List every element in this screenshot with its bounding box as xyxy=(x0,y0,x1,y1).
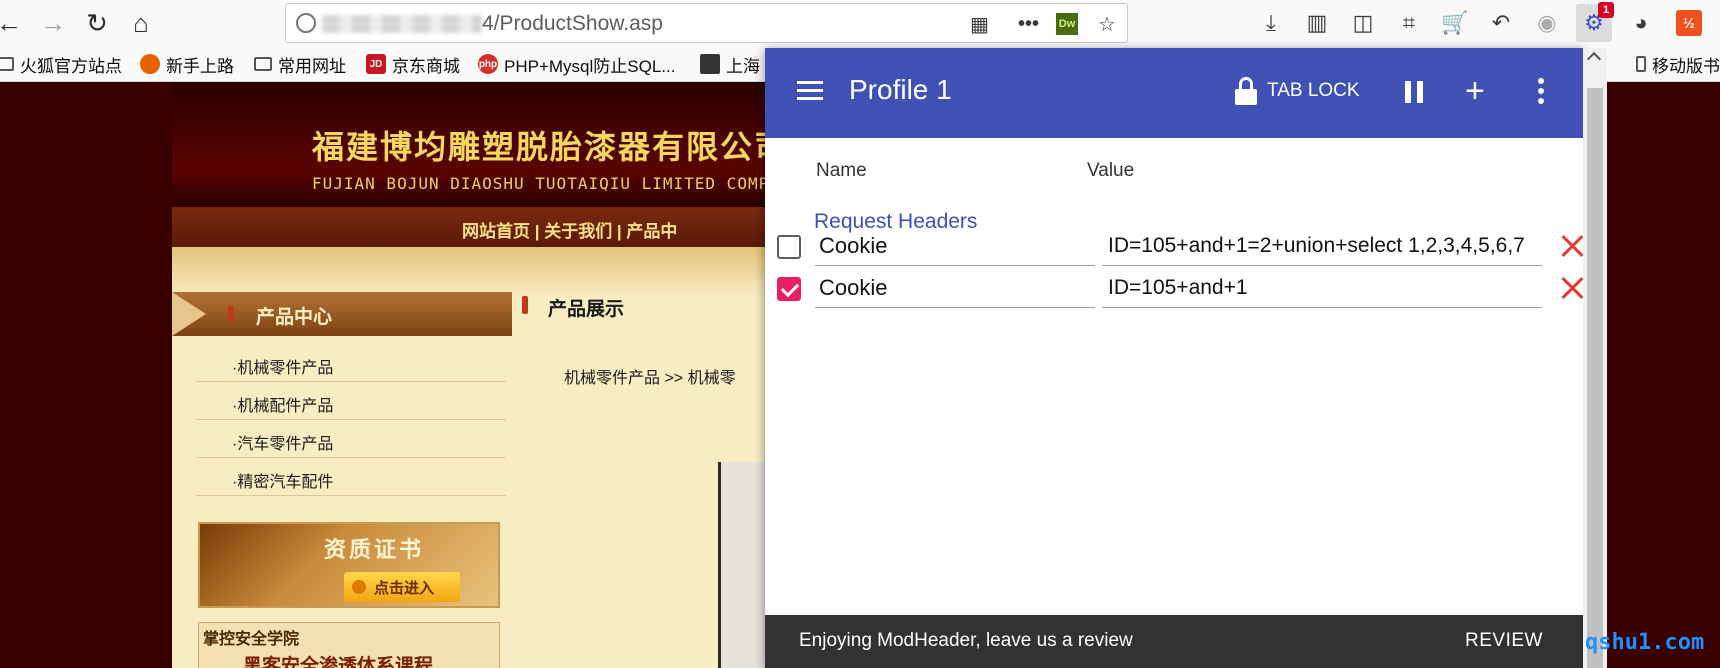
header-enable-checkbox[interactable] xyxy=(777,235,801,259)
folder-icon xyxy=(254,57,272,71)
bookmark-label: 京东商城 xyxy=(392,56,460,76)
url-bar[interactable]: 4/ProductShow.asp ▦ ••• Dw ☆ xyxy=(285,3,1128,43)
qr-code-icon[interactable]: ▦ xyxy=(970,12,989,36)
lock-icon xyxy=(1235,77,1257,105)
bookmark-item[interactable]: php PHP+Mysql防止SQL... xyxy=(478,52,675,76)
page-actions-icon[interactable]: ••• xyxy=(1018,12,1039,36)
bookmark-star-icon[interactable]: ☆ xyxy=(1098,12,1116,36)
php-icon: php xyxy=(478,54,498,74)
firefox-icon xyxy=(140,54,160,74)
scroll-up-icon[interactable] xyxy=(1586,51,1602,67)
screenshot-crop-icon[interactable]: ⌗ xyxy=(1394,8,1424,38)
bookmark-item[interactable]: JD 京东商城 xyxy=(366,52,460,76)
bookmark-label: 新手上路 xyxy=(166,56,234,76)
back-icon[interactable]: ← xyxy=(0,6,26,40)
review-snackbar: Enjoying ModHeader, leave us a review RE… xyxy=(765,615,1583,668)
school-banner[interactable]: 掌控安全学院 黑客安全渗透体系课程 xyxy=(198,622,500,668)
bookmark-label: 移动版书 xyxy=(1652,56,1720,76)
profile-title: Profile 1 xyxy=(849,74,952,105)
header-value-field[interactable]: ID=105+and+1=2+union+select 1,2,3,4,5,6,… xyxy=(1102,228,1542,266)
modheader-extension-icon[interactable]: ⚙ 1 xyxy=(1576,2,1614,42)
school-title: 掌控安全学院 xyxy=(203,631,300,648)
site-header: 福建博均雕塑脱胎漆器有限公司 FUJIAN BOJUN DIAOSHU TUOT… xyxy=(172,82,772,207)
bookmark-item[interactable]: 移动版书 xyxy=(1636,52,1720,76)
scroll-thumb[interactable] xyxy=(1587,88,1603,668)
sidebar-icon[interactable]: ◫ xyxy=(1348,8,1378,38)
site-title: 福建博均雕塑脱胎漆器有限公司 xyxy=(312,128,772,166)
menu-icon[interactable] xyxy=(797,81,823,101)
website-content: 福建博均雕塑脱胎漆器有限公司 FUJIAN BOJUN DIAOSHU TUOT… xyxy=(172,82,772,668)
category-item[interactable]: ·机械零件产品 xyxy=(196,344,506,382)
bookmark-label: 火狐官方站点 xyxy=(20,56,122,76)
home-icon[interactable]: ⌂ xyxy=(124,6,158,40)
site-nav: 网站首页 | 关于我们 | 产品中 xyxy=(172,207,772,247)
delete-icon[interactable] xyxy=(1560,232,1583,260)
cart-icon[interactable]: 🛒 xyxy=(1440,8,1470,38)
add-icon[interactable]: + xyxy=(1465,74,1485,108)
header-row: Cookie ID=105+and+1 xyxy=(765,268,1583,310)
popup-scrollbar[interactable] xyxy=(1583,48,1607,668)
certificate-banner[interactable]: 资质证书 点击进入 xyxy=(198,522,500,608)
downloads-icon[interactable]: ⤓ xyxy=(1256,8,1286,38)
header-enable-checkbox[interactable] xyxy=(777,277,801,301)
category-item[interactable]: ·汽车零件产品 xyxy=(196,420,506,458)
site-favicon-icon xyxy=(700,54,720,74)
browser-toolbar: ← → ↻ ⌂ 4/ProductShow.asp ▦ ••• Dw ☆ ⤓ ▥… xyxy=(0,0,1720,46)
breadcrumb[interactable]: 机械零件产品 >> 机械零 xyxy=(564,364,736,388)
dw-extension-icon[interactable]: Dw xyxy=(1056,13,1078,35)
bookmark-item[interactable]: 常用网址 xyxy=(254,52,346,76)
bookmark-label: PHP+Mysql防止SQL... xyxy=(504,56,676,76)
column-header-name: Name xyxy=(816,160,867,181)
forward-icon[interactable]: → xyxy=(36,6,70,40)
jd-icon: JD xyxy=(366,54,386,74)
url-text: 4/ProductShow.asp xyxy=(482,12,663,35)
tab-lock-label: TAB LOCK xyxy=(1267,80,1360,101)
tab-lock-button[interactable]: TAB LOCK xyxy=(1235,74,1360,108)
site-info-icon[interactable] xyxy=(296,13,316,33)
product-photo xyxy=(718,462,772,668)
undo-icon[interactable]: ↶ xyxy=(1486,8,1516,38)
watermark: qshu1.com xyxy=(1585,630,1705,655)
category-item[interactable]: ·精密汽车配件 xyxy=(196,458,506,496)
pause-icon[interactable] xyxy=(1405,81,1423,103)
modheader-popup: Profile 1 TAB LOCK + Name Value Request … xyxy=(765,48,1583,668)
header-name-field[interactable]: Cookie xyxy=(815,228,1095,266)
url-redacted xyxy=(322,15,482,33)
reload-icon[interactable]: ↻ xyxy=(80,6,114,40)
site-band xyxy=(172,247,772,297)
mobile-icon xyxy=(1636,56,1646,72)
review-button[interactable]: REVIEW xyxy=(1465,630,1543,652)
category-arrow-icon xyxy=(172,292,206,336)
site-subtitle: FUJIAN BOJUN DIAOSHU TUOTAIQIU LIMITED C… xyxy=(312,174,770,193)
bookmark-item[interactable]: 新手上路 xyxy=(140,52,234,76)
bookmark-label: 上海 xyxy=(726,56,760,76)
product-title: 产品展示 xyxy=(522,294,624,321)
snackbar-text: Enjoying ModHeader, leave us a review xyxy=(799,630,1133,651)
column-header-value: Value xyxy=(1087,160,1135,181)
header-row: Cookie ID=105+and+1=2+union+select 1,2,3… xyxy=(765,226,1583,268)
folder-icon xyxy=(0,57,14,71)
category-header: 产品中心 xyxy=(172,292,512,336)
modheader-app-bar: Profile 1 TAB LOCK + xyxy=(765,48,1583,138)
circle-extension-icon[interactable]: ◉ xyxy=(1532,8,1562,38)
library-icon[interactable]: ▥ xyxy=(1302,8,1332,38)
category-pip-icon xyxy=(228,306,234,322)
site-nav-links[interactable]: 网站首页 | 关于我们 | 产品中 xyxy=(462,217,677,242)
school-subtitle: 黑客安全渗透体系课程 xyxy=(243,656,434,668)
header-value-field[interactable]: ID=105+and+1 xyxy=(1102,270,1542,308)
red-extension-icon[interactable]: ½ xyxy=(1676,10,1702,36)
bookmark-label: 常用网址 xyxy=(278,56,346,76)
delete-icon[interactable] xyxy=(1560,274,1583,302)
bookmark-item[interactable]: 上海 xyxy=(700,52,760,76)
account-icon[interactable]: ◕ xyxy=(1626,8,1656,38)
enter-button[interactable]: 点击进入 xyxy=(344,572,460,602)
category-item[interactable]: ·机械配件产品 xyxy=(196,382,506,420)
more-vert-icon[interactable] xyxy=(1538,78,1544,104)
header-name-field[interactable]: Cookie xyxy=(815,270,1095,308)
extension-badge: 1 xyxy=(1598,2,1614,18)
bookmark-item[interactable]: 火狐官方站点 xyxy=(0,52,122,76)
certificate-title: 资质证书 xyxy=(324,537,425,562)
category-title: 产品中心 xyxy=(256,307,333,328)
